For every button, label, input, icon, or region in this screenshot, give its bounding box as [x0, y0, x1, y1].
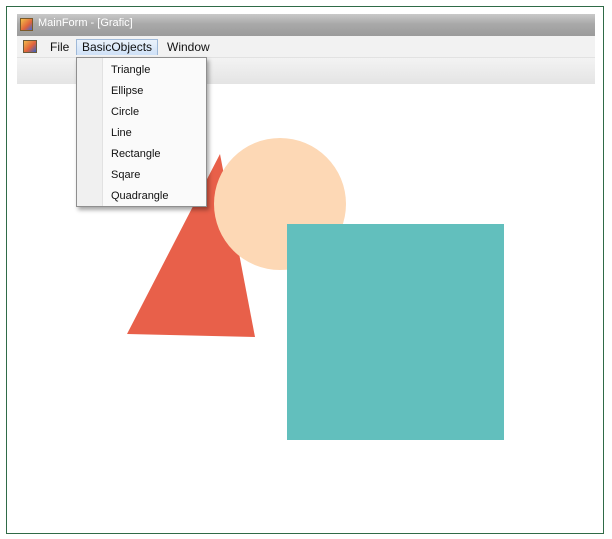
menu-item-circle[interactable]: Circle: [111, 103, 201, 121]
menu-item-quadrangle[interactable]: Quadrangle: [111, 187, 201, 205]
menu-item-sqare[interactable]: Sqare: [111, 166, 201, 184]
basicobjects-dropdown: Triangle Ellipse Circle Line Rectangle S…: [76, 57, 207, 207]
menu-item-ellipse[interactable]: Ellipse: [111, 82, 201, 100]
menu-item-rectangle[interactable]: Rectangle: [111, 145, 201, 163]
menu-item-triangle[interactable]: Triangle: [111, 61, 201, 79]
square-shape[interactable]: [287, 224, 504, 440]
menu-gutter: [77, 58, 103, 206]
menu-item-line[interactable]: Line: [111, 124, 201, 142]
